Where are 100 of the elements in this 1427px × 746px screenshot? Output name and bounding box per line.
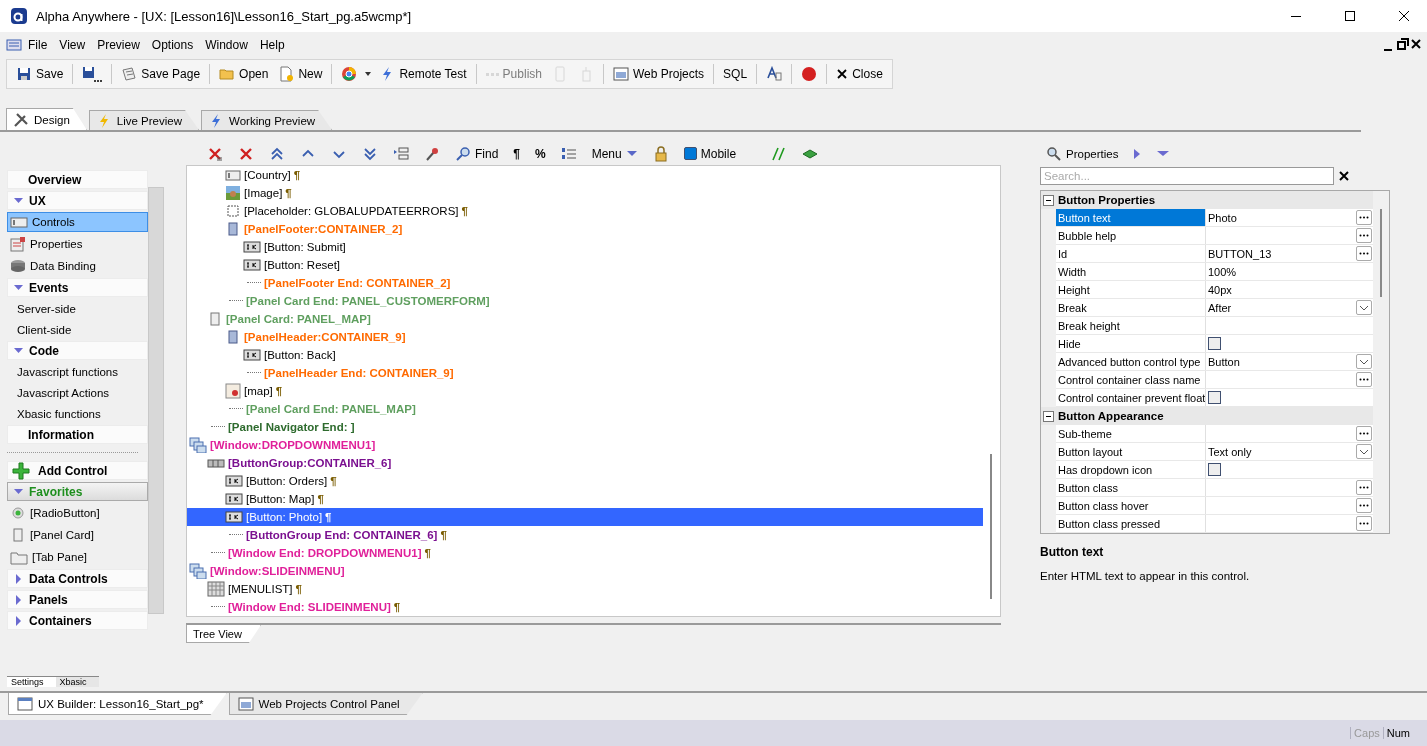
dropdown-button[interactable] xyxy=(1356,300,1372,315)
tree-row[interactable]: [map] ¶ xyxy=(187,382,983,400)
toolbar-button[interactable]: Find xyxy=(452,143,502,164)
tree-row[interactable]: [Button: Reset] xyxy=(187,256,983,274)
menu-item[interactable]: Help xyxy=(253,38,291,52)
property-row[interactable]: Button text Photo xyxy=(1056,209,1373,227)
property-row[interactable]: Hide xyxy=(1056,335,1373,353)
property-row[interactable]: Break After xyxy=(1056,299,1373,317)
property-row[interactable]: Button class hover xyxy=(1056,497,1373,515)
section-header[interactable]: Data Controls xyxy=(7,569,148,588)
toolbar-button[interactable]: Open xyxy=(216,64,272,84)
nav-item[interactable]: Xbasic functions xyxy=(7,404,148,423)
tree-row[interactable]: [Window End: SLIDEINMENU] ¶ xyxy=(187,598,983,616)
collapsed-arrow-icon[interactable] xyxy=(16,594,21,605)
tree-row[interactable]: [Button: Back] xyxy=(187,346,983,364)
checkbox[interactable] xyxy=(1208,391,1221,404)
tree-row[interactable]: [Window:SLIDEINMENU] xyxy=(187,562,983,580)
property-row[interactable]: Bubble help xyxy=(1056,227,1373,245)
ellipsis-button[interactable] xyxy=(1356,372,1372,387)
tree-row[interactable]: [Window End: DROPDOWNMENU1] ¶ xyxy=(187,544,983,562)
toolbar-button[interactable]: % xyxy=(532,144,549,163)
checkbox[interactable] xyxy=(1208,463,1221,476)
tab[interactable]: Settings xyxy=(7,676,56,687)
nav-item[interactable]: Client-side xyxy=(7,320,148,339)
property-row[interactable]: Break height xyxy=(1056,317,1373,335)
menu-button[interactable]: Menu xyxy=(588,143,641,164)
toolbar-button[interactable]: SQL xyxy=(720,65,751,83)
collapse-icon[interactable] xyxy=(1043,410,1054,422)
collapse-icon[interactable] xyxy=(1043,194,1054,206)
nav-item[interactable]: Server-side xyxy=(7,299,148,318)
tree-row[interactable]: [Panel Navigator End: ] xyxy=(187,418,983,436)
property-row[interactable]: Button class xyxy=(1056,479,1373,497)
toolbar-button[interactable]: ¶ xyxy=(510,144,524,163)
section-header[interactable]: Panels xyxy=(7,590,148,609)
ellipsis-button[interactable] xyxy=(1356,480,1372,495)
section-header[interactable]: Button Appearance xyxy=(1041,407,1373,425)
expanded-arrow-icon[interactable] xyxy=(14,348,23,353)
menu-item[interactable]: View xyxy=(53,38,92,52)
section-header[interactable]: Button Properties xyxy=(1041,191,1373,209)
property-row[interactable]: Button layout Text only xyxy=(1056,443,1373,461)
expanded-arrow-icon[interactable] xyxy=(14,198,23,203)
tree-row[interactable]: [MENULIST] ¶ xyxy=(187,580,983,598)
tree-row[interactable]: [Window:DROPDOWNMENU1] xyxy=(187,436,983,454)
tree-row[interactable]: [Country] ¶ xyxy=(187,166,983,184)
nav-item[interactable]: Data Binding xyxy=(7,256,148,276)
tree-row[interactable]: [Button: Photo] ¶ xyxy=(187,508,983,526)
section-header[interactable]: UX xyxy=(7,191,148,210)
scrollbar[interactable] xyxy=(990,454,992,599)
toolbar-button[interactable]: Remote Test xyxy=(376,64,470,84)
nav-item[interactable]: [RadioButton] xyxy=(7,503,148,523)
menu-item[interactable]: Options xyxy=(145,38,200,52)
toolbar-button[interactable]: Web Projects xyxy=(609,64,708,84)
checkbox[interactable] xyxy=(1208,337,1221,350)
property-row[interactable]: Button class pressed xyxy=(1056,515,1373,533)
toolbar-button[interactable]: New xyxy=(275,64,326,84)
tree-row[interactable]: [Placeholder: GLOBALUPDATEERRORS] ¶ xyxy=(187,202,983,220)
menu-item[interactable]: File xyxy=(22,38,54,52)
ellipsis-button[interactable] xyxy=(1356,210,1372,225)
ellipsis-button[interactable] xyxy=(1356,516,1372,531)
nav-item[interactable]: [Panel Card] xyxy=(7,525,148,545)
section-header[interactable]: Containers xyxy=(7,611,148,630)
nav-item[interactable]: Controls xyxy=(7,212,148,232)
tree-row[interactable]: [ButtonGroup End: CONTAINER_6] ¶ xyxy=(187,526,983,544)
tab[interactable]: Live Preview xyxy=(88,110,199,130)
document-tab[interactable]: Web Projects Control Panel xyxy=(228,693,423,715)
expanded-arrow-icon[interactable] xyxy=(14,489,23,494)
collapsed-arrow-icon[interactable] xyxy=(16,615,21,626)
tree-row[interactable]: [Image] ¶ xyxy=(187,184,983,202)
tree-row[interactable]: [Button: Submit] xyxy=(187,238,983,256)
mobile-checkbox[interactable]: Mobile xyxy=(680,144,740,163)
tree-row[interactable]: [Button: Map] ¶ xyxy=(187,490,983,508)
collapsed-arrow-icon[interactable] xyxy=(16,573,21,584)
document-tab[interactable]: UX Builder: Lesson16_Start_pg* xyxy=(8,693,227,715)
add-control-button[interactable]: Add Control xyxy=(7,461,148,480)
tab[interactable]: Tree View xyxy=(186,625,261,643)
scrollbar[interactable] xyxy=(148,187,164,614)
expanded-arrow-icon[interactable] xyxy=(14,285,23,290)
property-row[interactable]: Has dropdown icon xyxy=(1056,461,1373,479)
section-header[interactable]: Code xyxy=(7,341,148,360)
tree-row[interactable]: [ButtonGroup:CONTAINER_6] xyxy=(187,454,983,472)
search-field[interactable]: Search... xyxy=(1040,167,1334,185)
nav-item[interactable]: Properties xyxy=(7,234,148,254)
ellipsis-button[interactable] xyxy=(1356,498,1372,513)
nav-item[interactable]: [Tab Pane] xyxy=(7,547,148,567)
property-row[interactable]: Control container class name xyxy=(1056,371,1373,389)
menu-item[interactable]: Window xyxy=(199,38,254,52)
tab[interactable]: Xbasic xyxy=(55,676,99,687)
ellipsis-button[interactable] xyxy=(1356,228,1372,243)
ellipsis-button[interactable] xyxy=(1356,246,1372,261)
toolbar-button[interactable]: Save Page xyxy=(118,64,204,84)
nav-item[interactable]: Javascript Actions xyxy=(7,383,148,402)
tab[interactable]: Design xyxy=(6,108,87,130)
property-row[interactable]: Advanced button control type Button xyxy=(1056,353,1373,371)
ellipsis-button[interactable] xyxy=(1356,426,1372,441)
tree-row[interactable]: [Button: Orders] ¶ xyxy=(187,472,983,490)
tab[interactable]: Working Preview xyxy=(201,110,333,130)
property-row[interactable]: Height 40px xyxy=(1056,281,1373,299)
nav-item[interactable]: Javascript functions xyxy=(7,362,148,381)
property-row[interactable]: Control container prevent float xyxy=(1056,389,1373,407)
toolbar-button[interactable]: Close xyxy=(833,65,886,83)
